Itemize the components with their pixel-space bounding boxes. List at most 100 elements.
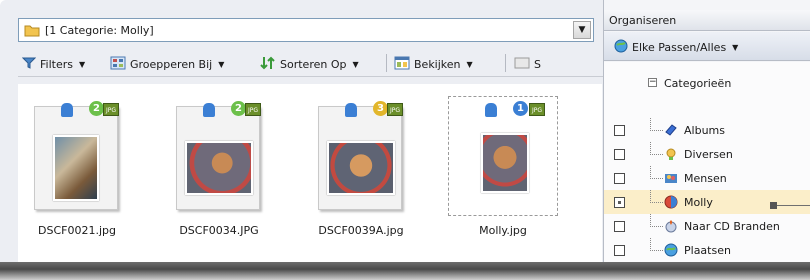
category-checkbox[interactable]: [614, 196, 625, 208]
people-icon: [664, 171, 678, 185]
tree-categories-header[interactable]: − Categorieën: [604, 74, 810, 94]
tree-guide-line: [650, 214, 663, 227]
thumbnail-frame: 2 JPG: [34, 101, 119, 210]
address-text: [1 Categorie: Molly]: [45, 24, 154, 37]
gallery-toolbar: Filters ▼ Groepperen Bij ▼ Sorteren Op ▼: [18, 50, 604, 77]
category-label: Plaatsen: [684, 243, 731, 257]
diversen-icon: [664, 147, 678, 161]
rating-badge: 3: [373, 101, 388, 116]
photo-preview: [481, 133, 529, 193]
toolbar-divider: [386, 54, 387, 72]
thumbnail-item[interactable]: 2 JPG DSCF0021.jpg: [22, 96, 132, 256]
thumbnail-filename: Molly.jpg: [479, 224, 527, 237]
organize-panel-header: Organiseren: [604, 10, 810, 31]
chevron-down-icon: ▼: [466, 59, 473, 69]
rating-badge: 2: [231, 101, 246, 116]
callout-line: [772, 205, 810, 206]
view-button[interactable]: Bekijken ▼: [394, 55, 473, 73]
thumbnail-item[interactable]: 1 JPG Molly.jpg: [448, 96, 558, 256]
photo-preview: [327, 141, 395, 195]
info-shield-icon: [345, 103, 357, 117]
category-label: Diversen: [684, 147, 733, 161]
view-label: Bekijken: [414, 57, 461, 71]
group-icon: [110, 56, 126, 73]
collapse-icon[interactable]: −: [648, 78, 657, 87]
view-icon: [394, 56, 410, 73]
category-label: Mensen: [684, 171, 727, 185]
chevron-down-icon: ▼: [218, 59, 225, 69]
address-dropdown-button[interactable]: ▼: [573, 21, 591, 39]
filter-icon: [21, 56, 37, 73]
sort-by-button[interactable]: Sorteren Op ▼: [260, 55, 359, 73]
address-bar[interactable]: [1 Categorie: Molly] ▼: [18, 18, 594, 42]
category-row[interactable]: Diversen: [604, 142, 810, 166]
slideshow-icon: [514, 56, 530, 73]
window-frame: [1 Categorie: Molly] ▼ Filters ▼ Groeppe…: [0, 0, 810, 280]
category-checkbox[interactable]: [614, 244, 625, 256]
category-checkbox[interactable]: [614, 172, 625, 184]
category-row[interactable]: Mensen: [604, 166, 810, 190]
chevron-down-icon: ▼: [732, 42, 739, 52]
slideshow-label: S: [534, 57, 541, 71]
rating-badge: 1: [513, 101, 528, 116]
slideshow-button[interactable]: S: [514, 55, 541, 73]
tree-guide-line: [650, 142, 663, 155]
photo-preview: [53, 135, 99, 201]
organize-panel-title: Organiseren: [609, 14, 677, 27]
jpg-format-icon: JPG: [387, 103, 403, 116]
chevron-down-icon: ▼: [352, 59, 359, 69]
thumbnail-frame: 3 JPG: [318, 101, 403, 210]
category-label: Naar CD Branden: [684, 219, 780, 233]
folder-icon: [24, 23, 40, 40]
window-bottom-shadow: [0, 262, 810, 280]
group-by-label: Groepperen Bij: [130, 57, 213, 71]
albums-icon: [664, 123, 678, 137]
molly-category-icon: [664, 195, 678, 209]
tree-guide-line: [650, 118, 663, 131]
filters-label: Filters: [40, 57, 73, 71]
category-label: Molly: [684, 195, 713, 209]
tree-guide-line: [650, 238, 663, 251]
filters-button[interactable]: Filters ▼: [21, 55, 86, 73]
thumbnail-filename: DSCF0039A.jpg: [318, 224, 404, 237]
match-dropdown-label: Elke Passen/Alles: [632, 40, 727, 54]
organize-panel: Organiseren Elke Passen/Alles ▼ − Catego…: [603, 0, 810, 280]
info-shield-icon: [485, 103, 497, 117]
burn-cd-icon: [664, 219, 678, 233]
jpg-format-icon: JPG: [245, 103, 261, 116]
thumbnail-frame-focused: 1 JPG: [448, 96, 558, 216]
category-checkbox[interactable]: [614, 220, 625, 232]
gallery-pane: [1 Categorie: Molly] ▼ Filters ▼ Groeppe…: [6, 10, 604, 280]
callout-dot: [770, 202, 777, 209]
thumbnail-filename: DSCF0021.jpg: [38, 224, 116, 237]
thumbnail-filename: DSCF0034.JPG: [179, 224, 259, 237]
tree-guide-line: [650, 166, 663, 179]
thumbnail-grid: 2 JPG DSCF0021.jpg 2 JPG DSCF0034.JPG 3 …: [18, 84, 602, 270]
jpg-format-icon: JPG: [103, 103, 119, 116]
categories-header-label: Categorieën: [664, 77, 732, 90]
thumbnail-item[interactable]: 2 JPG DSCF0034.JPG: [164, 96, 274, 256]
category-row[interactable]: Naar CD Branden: [604, 214, 810, 238]
match-globe-icon: [614, 39, 628, 56]
info-shield-icon: [203, 103, 215, 117]
category-checkbox[interactable]: [614, 148, 625, 160]
tree-guide-line: [650, 190, 663, 203]
category-checkbox[interactable]: [614, 124, 625, 136]
match-toolbar: Elke Passen/Alles ▼: [604, 32, 810, 61]
category-row[interactable]: Albums: [604, 118, 810, 142]
toolbar-divider: [505, 54, 506, 72]
photo-preview: [185, 141, 253, 195]
category-label: Albums: [684, 123, 725, 137]
thumbnail-item[interactable]: 3 JPG DSCF0039A.jpg: [306, 96, 416, 256]
thumbnail-frame: 2 JPG: [176, 101, 261, 210]
sort-by-label: Sorteren Op: [280, 57, 347, 71]
category-tree: − Categorieën Albums Diversen Mensen Molly N…: [604, 62, 810, 262]
category-row[interactable]: Plaatsen: [604, 238, 810, 262]
category-row[interactable]: Molly: [604, 190, 810, 214]
chevron-down-icon: ▼: [78, 59, 86, 69]
match-dropdown[interactable]: Elke Passen/Alles ▼: [614, 38, 738, 56]
sort-icon: [260, 56, 276, 73]
rating-badge: 2: [89, 101, 104, 116]
jpg-format-icon: JPG: [529, 103, 545, 116]
group-by-button[interactable]: Groepperen Bij ▼: [110, 55, 224, 73]
